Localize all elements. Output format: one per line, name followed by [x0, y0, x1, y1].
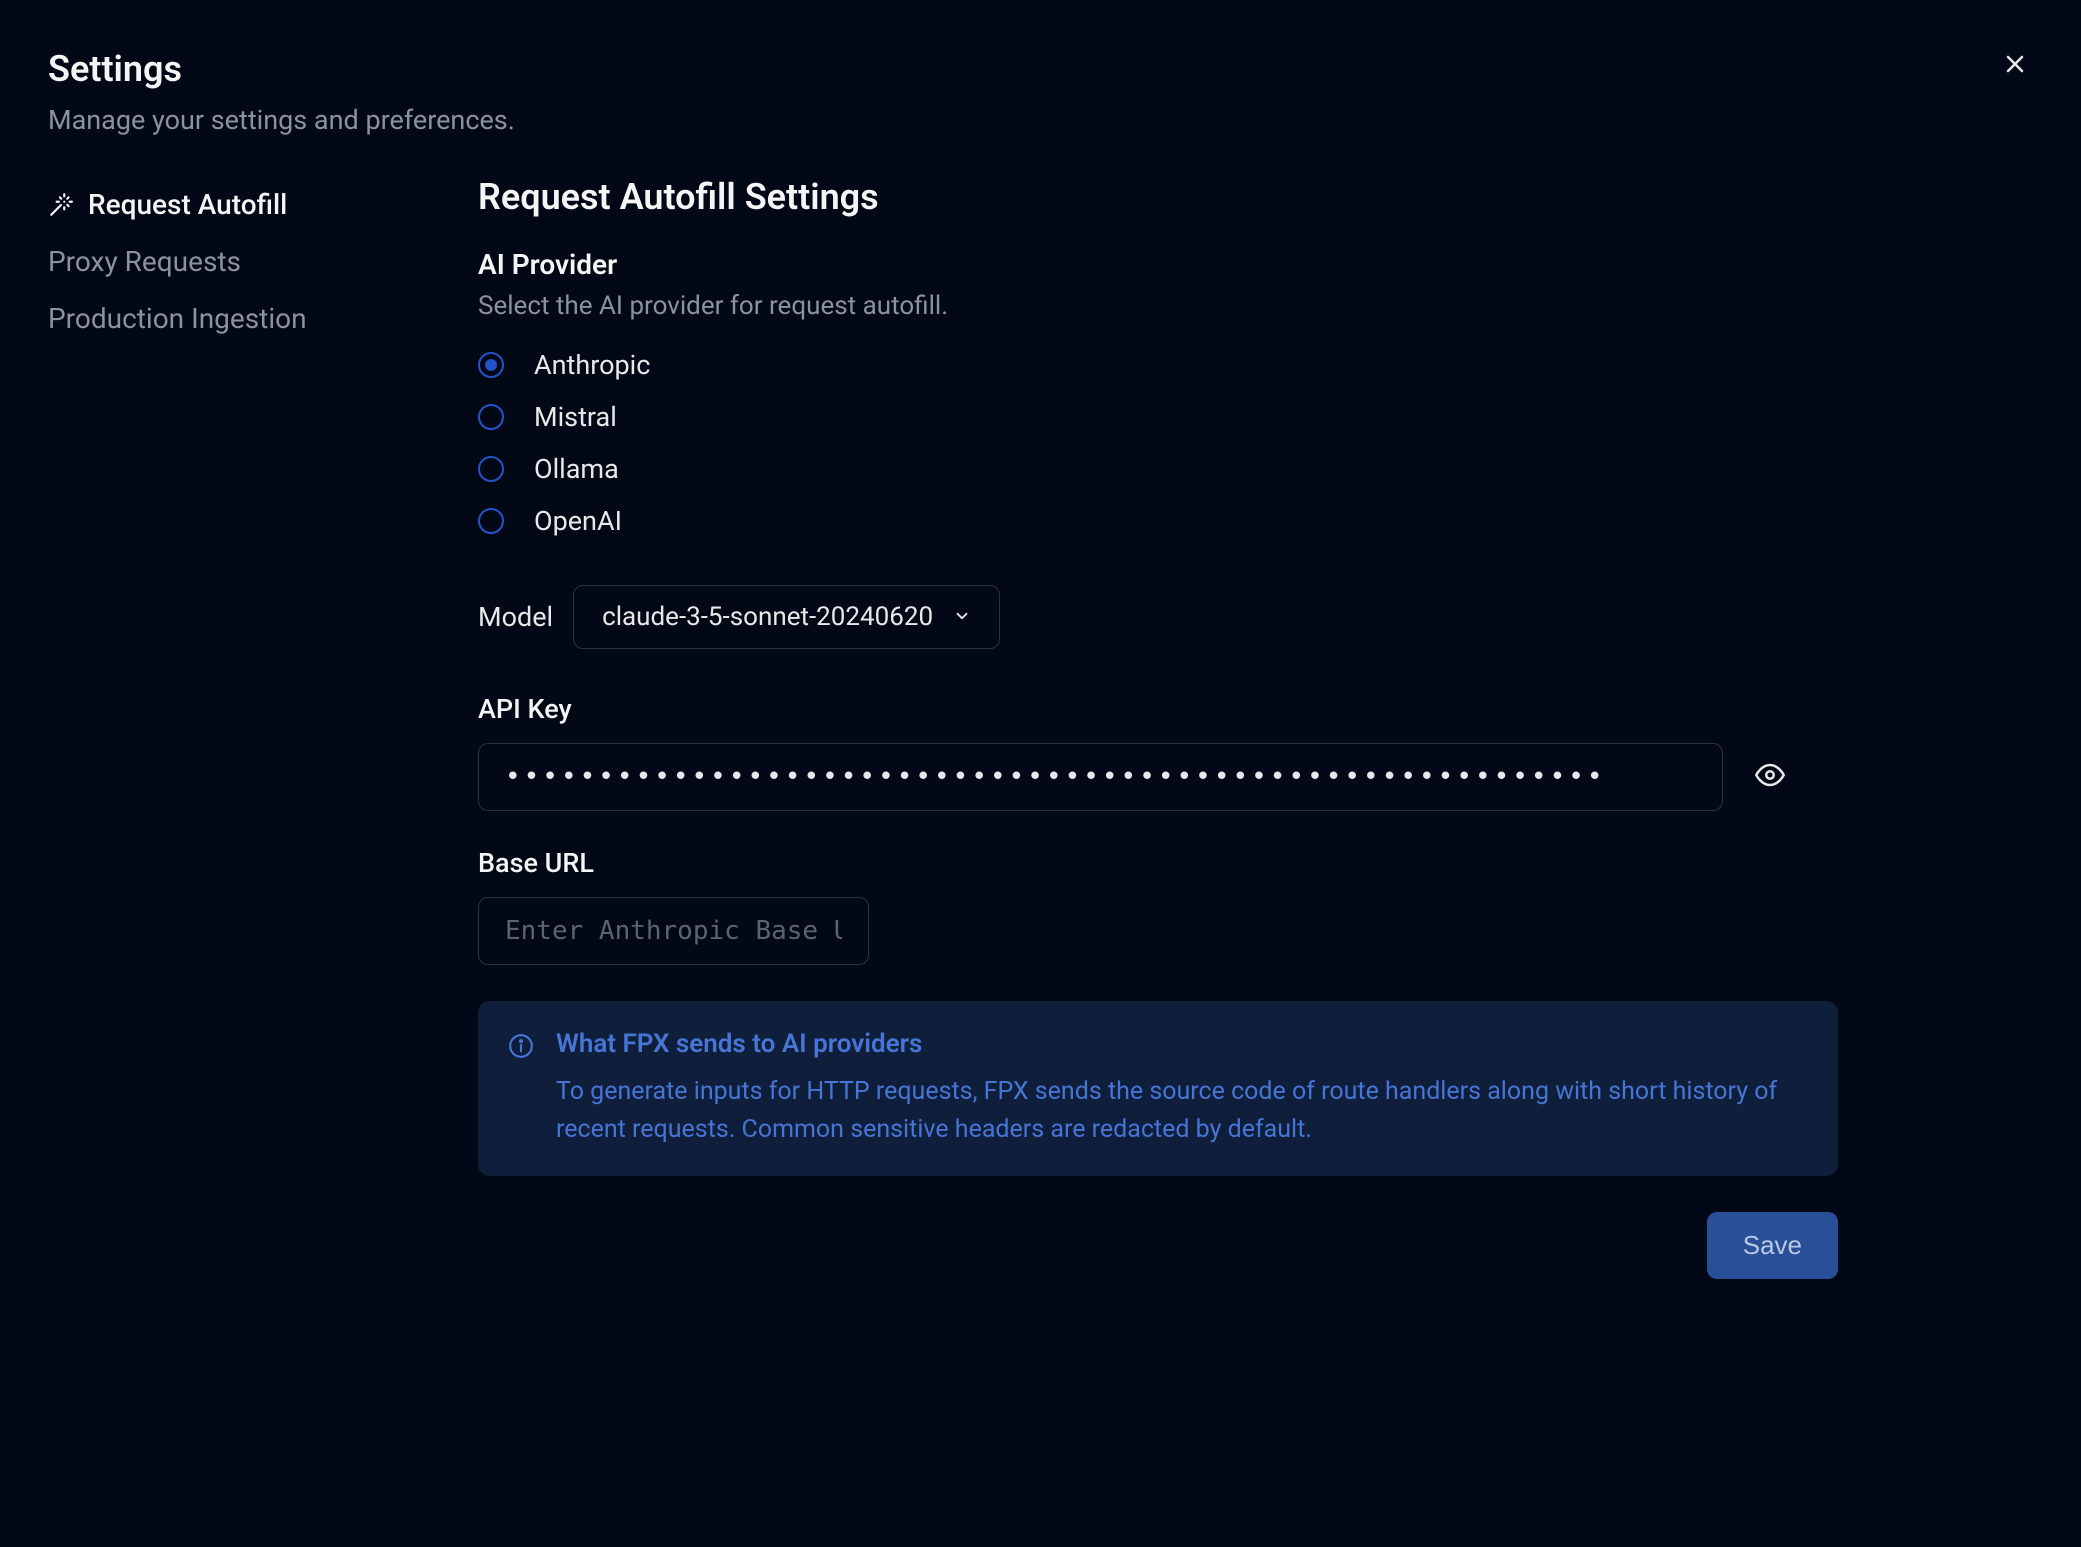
radio-openai[interactable]: OpenAI — [478, 505, 1838, 537]
api-key-input[interactable] — [478, 743, 1723, 811]
radio-label: Ollama — [534, 453, 619, 485]
info-callout: What FPX sends to AI providers To genera… — [478, 1001, 1838, 1176]
radio-label: Anthropic — [534, 349, 650, 381]
base-url-input[interactable] — [478, 897, 869, 965]
radio-ollama[interactable]: Ollama — [478, 453, 1838, 485]
sidebar-item-request-autofill[interactable]: Request Autofill — [48, 176, 448, 233]
page-subtitle: Manage your settings and preferences. — [48, 104, 2033, 136]
model-label: Model — [478, 601, 553, 633]
main-content: Request Autofill Settings AI Provider Se… — [478, 176, 1838, 1279]
radio-icon — [478, 456, 504, 482]
ai-provider-section: AI Provider Select the AI provider for r… — [478, 248, 1838, 537]
sidebar-item-production-ingestion[interactable]: Production Ingestion — [48, 290, 448, 347]
base-url-label: Base URL — [478, 847, 1838, 879]
save-button[interactable]: Save — [1707, 1212, 1838, 1279]
radio-icon — [478, 404, 504, 430]
settings-sidebar: Request Autofill Proxy Requests Producti… — [48, 176, 448, 1279]
info-icon — [508, 1029, 534, 1148]
base-url-field: Base URL — [478, 847, 1838, 965]
model-select-value: claude-3-5-sonnet-20240620 — [602, 602, 933, 632]
model-row: Model claude-3-5-sonnet-20240620 — [478, 585, 1838, 649]
model-select[interactable]: claude-3-5-sonnet-20240620 — [573, 585, 1000, 649]
page-title: Settings — [48, 48, 2033, 90]
close-button[interactable] — [1997, 48, 2033, 84]
magic-wand-icon — [48, 192, 74, 218]
info-text: To generate inputs for HTTP requests, FP… — [556, 1073, 1808, 1148]
radio-label: Mistral — [534, 401, 617, 433]
radio-anthropic[interactable]: Anthropic — [478, 349, 1838, 381]
sidebar-item-label: Production Ingestion — [48, 302, 307, 335]
eye-icon — [1755, 760, 1785, 794]
info-title: What FPX sends to AI providers — [556, 1029, 1808, 1059]
sidebar-item-label: Request Autofill — [88, 188, 287, 221]
radio-mistral[interactable]: Mistral — [478, 401, 1838, 433]
api-key-label: API Key — [478, 693, 1838, 725]
radio-label: OpenAI — [534, 505, 622, 537]
ai-provider-title: AI Provider — [478, 248, 1838, 281]
toggle-visibility-button[interactable] — [1753, 760, 1787, 794]
sidebar-item-proxy-requests[interactable]: Proxy Requests — [48, 233, 448, 290]
section-heading: Request Autofill Settings — [478, 176, 1838, 218]
ai-provider-description: Select the AI provider for request autof… — [478, 291, 1838, 321]
ai-provider-radio-group: Anthropic Mistral Ollama OpenAI — [478, 349, 1838, 537]
close-icon — [2003, 52, 2027, 80]
sidebar-item-label: Proxy Requests — [48, 245, 241, 278]
page-header: Settings Manage your settings and prefer… — [48, 48, 2033, 136]
api-key-field: API Key — [478, 693, 1838, 811]
radio-icon — [478, 508, 504, 534]
chevron-down-icon — [953, 602, 971, 632]
radio-icon — [478, 352, 504, 378]
